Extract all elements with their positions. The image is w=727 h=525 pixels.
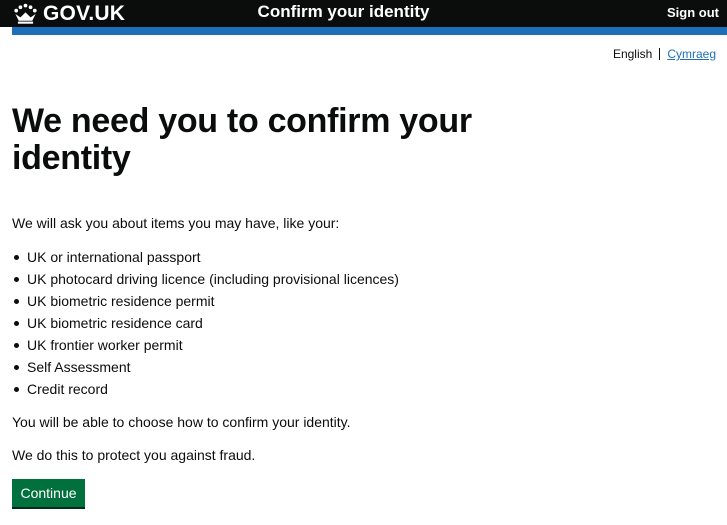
continue-button[interactable]: Continue [12,479,85,507]
list-item: UK or international passport [12,248,399,270]
list-item: Self Assessment [12,358,399,380]
language-current: English [612,47,653,61]
identity-items-list: UK or international passport UK photocar… [12,248,399,402]
sign-out-link[interactable]: Sign out [667,5,719,20]
choose-method-text: You will be able to choose how to confir… [12,414,351,430]
language-link-welsh[interactable]: Cymraeg [667,47,716,61]
list-item: Credit record [12,380,399,402]
list-item: UK frontier worker permit [12,336,399,358]
list-item: UK biometric residence card [12,314,399,336]
language-toggle: English Cymraeg [613,47,716,61]
header-blue-rule [12,27,727,35]
list-item: UK photocard driving licence (including … [12,270,399,292]
language-divider [659,48,661,60]
fraud-protection-text: We do this to protect you against fraud. [12,447,256,463]
page-title: We need you to confirm your identity [12,102,472,177]
service-name[interactable]: Confirm your identity [0,0,687,23]
intro-text: We will ask you about items you may have… [12,215,340,231]
list-item: UK biometric residence permit [12,292,399,314]
site-header: GOV.UK Confirm your identity Sign out [0,0,727,27]
